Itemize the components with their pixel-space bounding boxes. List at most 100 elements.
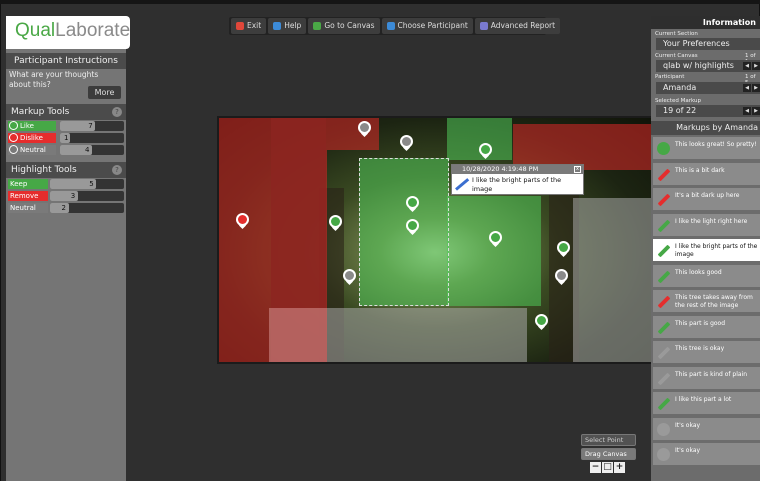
markup-list-item[interactable]: I like the bright parts of the image — [653, 239, 760, 261]
markup-list-item[interactable]: This part is kind of plain — [653, 366, 760, 389]
markup-pin-icon[interactable] — [400, 135, 413, 152]
markup-pin-icon[interactable] — [343, 269, 356, 286]
selected-highlight-outline — [359, 158, 449, 306]
neutral-highlight[interactable] — [327, 308, 527, 362]
zoom-in-icon[interactable]: + — [614, 462, 625, 473]
participant-icon — [386, 22, 395, 30]
info-title: Information — [651, 16, 760, 29]
markup-text: This part is good — [675, 319, 726, 327]
prev-arrow-icon[interactable]: ◀ — [743, 84, 751, 92]
markup-list-item[interactable]: This is a bit dark — [653, 162, 760, 185]
tool-count-bar: 3 — [50, 191, 124, 201]
more-button[interactable]: More — [88, 86, 121, 99]
markup-list-item[interactable]: It's okay — [653, 417, 760, 440]
tool-count: 4 — [85, 146, 90, 154]
selected-markup-value[interactable]: 19 of 22 ◀ ▶ — [656, 105, 760, 117]
markup-list-item[interactable]: It's okay — [653, 443, 760, 465]
tool-row-neutral[interactable]: Neutral 2 — [8, 203, 124, 213]
zoom-reset-icon[interactable]: □ — [602, 462, 613, 473]
drag-canvas-button[interactable]: Drag Canvas — [581, 448, 636, 460]
tool-count-bar: 1 — [60, 133, 124, 143]
participant-value[interactable]: Amanda ◀ ▶ — [656, 82, 760, 94]
current-canvas-value[interactable]: qlab w/ highlights ◀ ▶ — [656, 60, 760, 72]
markup-list-item[interactable]: It's a bit dark up here — [653, 188, 760, 210]
markup-text: This part is kind of plain — [675, 370, 748, 378]
highlight-tools-title: Highlight Tools — [11, 165, 77, 175]
tool-row-like[interactable]: Like 7 — [8, 121, 124, 131]
next-arrow-icon[interactable]: ▶ — [752, 84, 760, 92]
markup-text: This looks good — [675, 268, 722, 276]
markup-pin-icon[interactable] — [479, 143, 492, 160]
markup-pin-icon[interactable] — [535, 314, 548, 331]
help-button[interactable]: Help — [268, 18, 307, 34]
choose-participant-button[interactable]: Choose Participant — [381, 18, 473, 34]
neutral-highlight[interactable] — [269, 308, 327, 362]
markup-text: I like the bright parts of the image — [675, 243, 758, 258]
toolbar-button-label: Help — [284, 21, 302, 30]
markup-list-item[interactable]: This part is good — [653, 315, 760, 338]
tool-row-remove[interactable]: Remove 3 — [8, 191, 124, 201]
image-canvas[interactable] — [217, 116, 653, 364]
tool-count: 3 — [70, 192, 76, 200]
markup-pin-icon[interactable] — [557, 241, 570, 258]
help-icon[interactable]: ? — [112, 107, 122, 117]
next-arrow-icon[interactable]: ▶ — [752, 107, 760, 115]
remove-highlight[interactable] — [327, 118, 379, 150]
prev-arrow-icon[interactable]: ◀ — [743, 107, 751, 115]
tool-count-bar: 2 — [50, 203, 124, 213]
advanced-report-button[interactable]: Advanced Report — [474, 18, 561, 34]
markup-list-item[interactable]: This tree is okay — [653, 341, 760, 363]
participant-label: Participant — [655, 74, 685, 80]
tool-count: 7 — [88, 122, 93, 130]
toolbar-button-label: Exit — [247, 21, 262, 30]
close-icon[interactable]: x — [574, 166, 581, 173]
markup-text: It's a bit dark up here — [675, 192, 740, 199]
tool-label: Remove — [8, 191, 48, 201]
tool-row-dislike[interactable]: Dislike 1 — [8, 133, 124, 143]
markup-pin-icon[interactable] — [406, 196, 419, 213]
canvas-icon — [313, 22, 322, 30]
help-icon — [273, 22, 282, 30]
keep-highlight[interactable] — [447, 196, 541, 306]
markup-list-item[interactable]: This looks great! So pretty! — [653, 137, 760, 159]
neutral-highlight[interactable] — [573, 198, 651, 362]
pencil-icon — [455, 178, 470, 191]
markup-list-item[interactable]: I like this part a lot — [653, 392, 760, 414]
next-arrow-icon[interactable]: ▶ — [752, 62, 760, 70]
logo: QualLaborate — [6, 16, 130, 49]
select-point-button[interactable]: Select Point — [581, 434, 636, 446]
prev-arrow-icon[interactable]: ◀ — [743, 62, 751, 70]
markup-list-item[interactable]: This tree takes away from the rest of th… — [653, 290, 760, 312]
markup-pin-icon[interactable] — [358, 121, 371, 138]
markup-list-item[interactable]: This looks good — [653, 264, 760, 287]
pencil-icon — [657, 372, 671, 385]
tool-label: Keep — [8, 179, 48, 189]
pencil-icon — [657, 193, 671, 207]
markup-pin-icon[interactable] — [555, 269, 568, 286]
markup-pin-icon[interactable] — [489, 231, 502, 248]
popup-timestamp: 10/28/2020 4:19:48 PM — [462, 165, 539, 173]
face-icon — [9, 121, 18, 130]
markup-pin-icon[interactable] — [329, 215, 342, 232]
markup-pin-icon[interactable] — [236, 213, 249, 230]
tool-count: 2 — [61, 204, 66, 212]
help-icon[interactable]: ? — [112, 165, 122, 175]
toolbar-button-label: Advanced Report — [490, 21, 556, 30]
current-canvas-label: Current Canvas — [655, 53, 698, 59]
face-icon — [9, 133, 18, 142]
tool-row-keep[interactable]: Keep 5 — [8, 179, 124, 189]
pencil-icon — [657, 244, 671, 258]
go-to-canvas-button[interactable]: Go to Canvas — [308, 18, 380, 34]
markup-tools-header: Markup Tools ? — [6, 104, 126, 120]
current-section-value: Your Preferences — [656, 38, 760, 50]
markup-text: I like this part a lot — [675, 396, 732, 403]
markup-pin-icon[interactable] — [406, 219, 419, 236]
zoom-out-icon[interactable]: − — [590, 462, 601, 473]
face-icon — [657, 448, 670, 461]
tool-row-neutral[interactable]: Neutral 4 — [8, 145, 124, 155]
face-icon — [657, 142, 670, 155]
exit-button[interactable]: Exit — [231, 18, 267, 34]
pencil-icon — [657, 295, 671, 309]
selected-markup-label: Selected Markup — [655, 98, 701, 104]
markup-list-item[interactable]: I like the light right here — [653, 213, 760, 236]
